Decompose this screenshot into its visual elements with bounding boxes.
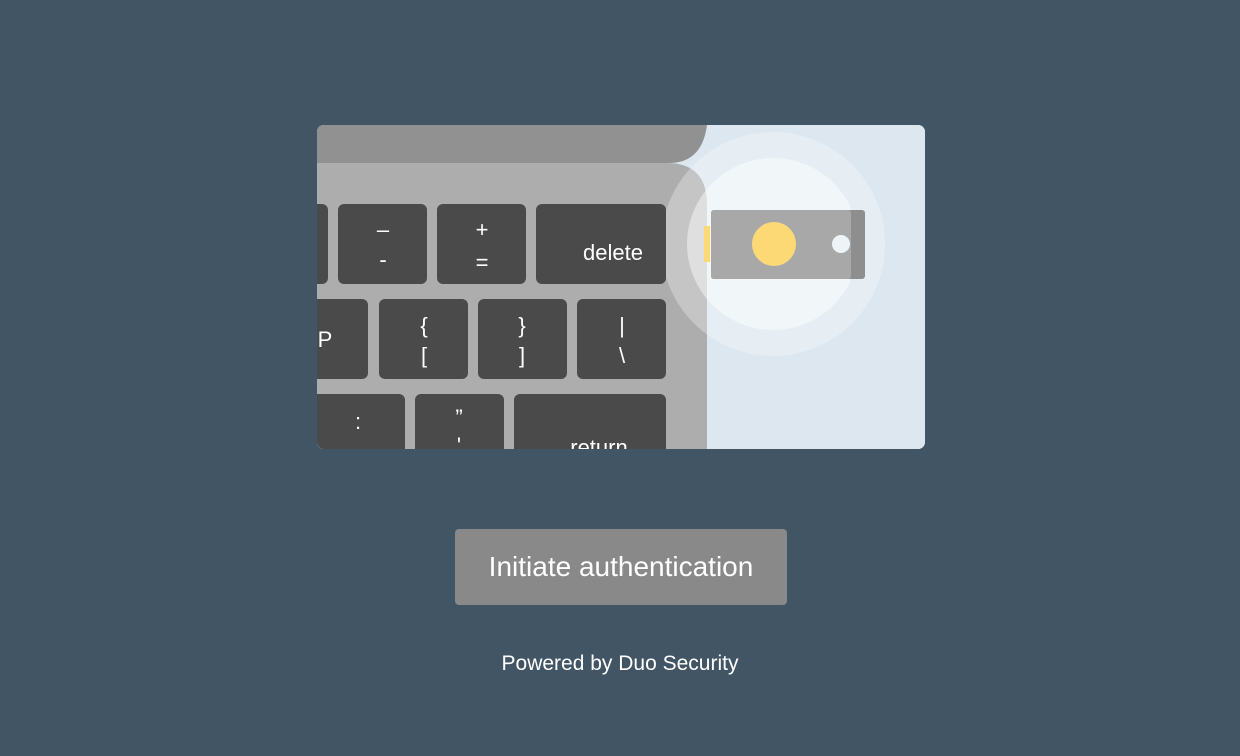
illustration-shape	[832, 235, 850, 253]
key-minus-bottom: -	[379, 247, 386, 272]
illustration-shape	[317, 204, 328, 284]
initiate-authentication-button[interactable]: Initiate authentication	[455, 529, 787, 605]
key-p-label: P	[318, 327, 333, 352]
key-colon-top: :	[355, 409, 361, 434]
key-brace-right-bottom: ]	[519, 343, 525, 368]
key-quote-top: ”	[455, 405, 462, 430]
key-pipe-top: |	[619, 313, 625, 338]
key-return-label: return	[570, 435, 627, 449]
security-key-icon	[704, 210, 865, 279]
key-minus	[338, 204, 427, 284]
key-brace-left-bottom: [	[421, 343, 427, 368]
key-brace-left-top: {	[420, 313, 427, 338]
powered-by-text: Powered by Duo Security	[501, 652, 739, 675]
key-delete-label: delete	[583, 240, 643, 265]
key-plus-top: +	[476, 217, 489, 242]
key-minus-top: –	[377, 217, 390, 242]
illustration-shape	[704, 226, 710, 262]
key-quote-bottom: '	[457, 433, 461, 449]
laptop-lid	[317, 125, 707, 163]
key-pipe-bottom: \	[619, 343, 626, 368]
security-key-illustration: – - + = delete P { [ } ] | \ : ” ' retur…	[317, 125, 925, 449]
touch-button-icon	[752, 222, 796, 266]
key-plus-bottom: =	[476, 250, 489, 275]
key-brace-right-top: }	[518, 313, 525, 338]
